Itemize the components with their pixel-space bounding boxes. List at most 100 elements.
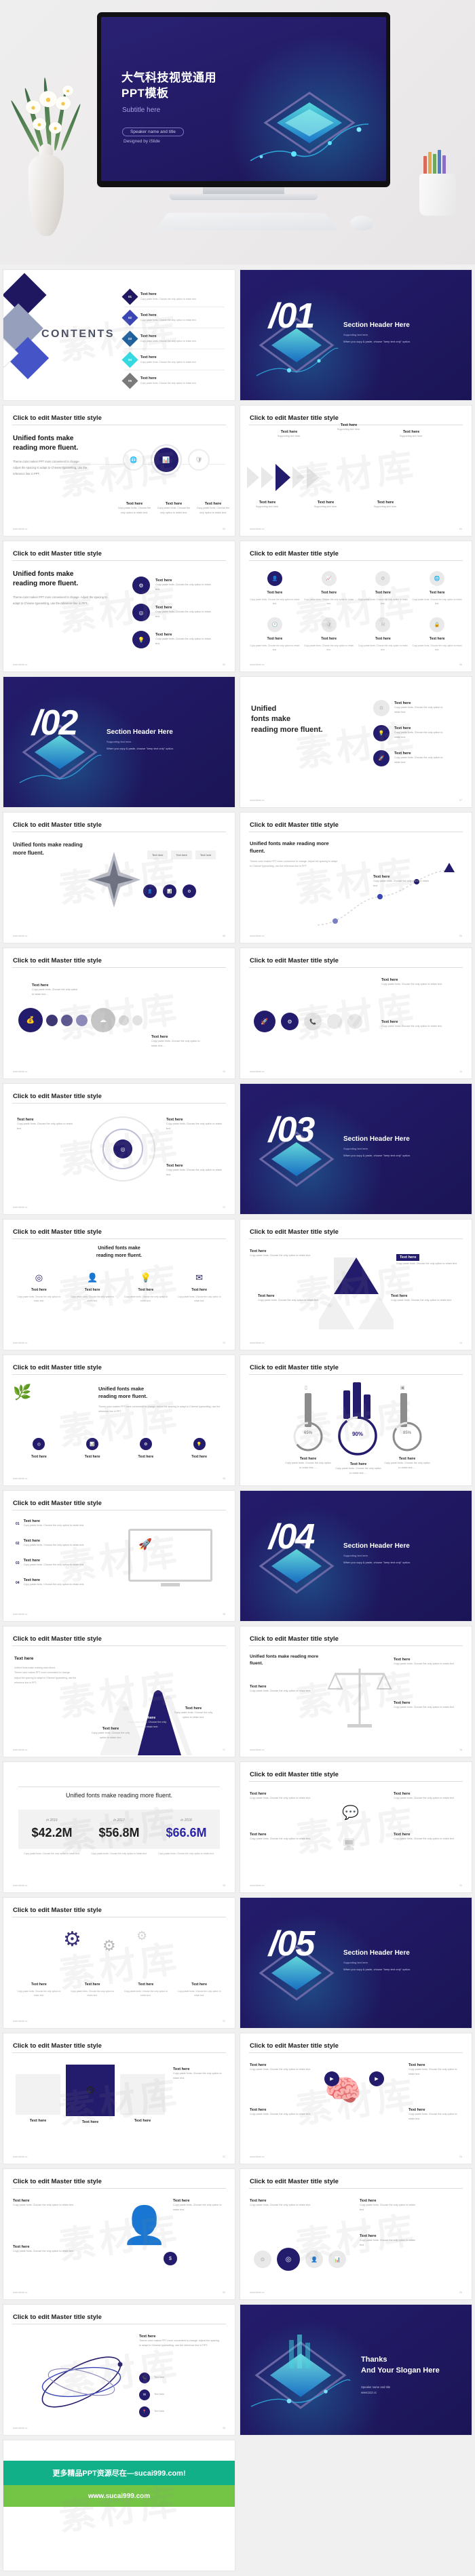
gear-icon: ⚙	[375, 571, 391, 586]
slide-roadmap[interactable]: 素材库 Click to edit Master title style Uni…	[240, 813, 472, 943]
slide-icons-row[interactable]: 素材库 Click to edit Master title style Uni…	[3, 406, 235, 536]
slide-section-03[interactable]: /03 Section Header Here Supporting text …	[240, 1084, 472, 1214]
card[interactable]: Text here Copy paste fonts. Choose the on…	[123, 1978, 170, 1998]
list-item[interactable]: ◎ Text here Copy paste fonts. Choose the …	[132, 604, 214, 621]
card[interactable]: 🛡 Text here Copy paste fonts. Choose the o…	[304, 617, 354, 652]
card[interactable]: 📈 Text here Copy paste fonts. Choose the o…	[304, 571, 354, 606]
gear-icon: ⚙	[102, 1937, 116, 1954]
card[interactable]: 👤 Text here Copy paste fonts. Choose the o…	[69, 1272, 116, 1304]
toc-badge: 02	[121, 309, 138, 326]
target-icon[interactable]: ◎	[277, 2248, 300, 2271]
slide-four-circle-icons[interactable]: 素材库 Click to edit Master title style Tex…	[240, 2169, 472, 2299]
card[interactable]: 💡 Text here	[176, 1438, 223, 1459]
tag[interactable]: Text here	[147, 851, 168, 859]
card[interactable]: Text here Copy paste fonts. Choose the on…	[69, 1978, 116, 1998]
slide-contents[interactable]: 素材库 CONTENTS 01 Text here Copy paste fon…	[3, 270, 235, 400]
slide-circle-icons[interactable]: 素材库 Click to edit Master title style Uni…	[3, 541, 235, 671]
slide-promo[interactable]: 素材库 更多精品PPT资源尽在—sucai999.com! www.sucai9…	[3, 2440, 235, 2571]
slide-section-04[interactable]: /04 Section Header Here Supporting text …	[240, 1491, 472, 1621]
card[interactable]: 🌐 Text here Copy paste fonts. Choose the o…	[412, 571, 462, 606]
slide-concentric[interactable]: 素材库 Click to edit Master title style Tex…	[3, 1084, 235, 1214]
card[interactable]: Text here Copy paste fonts. Choose the on…	[176, 1978, 223, 1998]
list-item[interactable]: 🚀 Text here Copy paste fonts. Choose the …	[373, 750, 449, 766]
list-item[interactable]: 05 Text here Copy paste fonts. Choose th…	[121, 370, 225, 391]
slide-square-cards[interactable]: 素材库 Click to edit Master title style ⚙ T…	[3, 2033, 235, 2164]
list-item[interactable]: ⚙ Text here Copy paste fonts. Choose the …	[132, 577, 214, 594]
hand-coin-icon[interactable]: 💰	[18, 1008, 43, 1032]
monitor-stand	[203, 187, 284, 194]
card-box-active[interactable]: ⚙	[66, 2065, 115, 2116]
list-item[interactable]: 04 Text here Copy paste fonts. Choose th…	[121, 349, 225, 370]
slide-section-01[interactable]: /01 Section Header Here Supporting text …	[240, 270, 472, 400]
card[interactable]: 🕐 Text here Copy paste fonts. Choose the o…	[250, 617, 300, 652]
slide-six-cards[interactable]: 素材库 Click to edit Master title style 👤 Te…	[240, 541, 472, 671]
promo-banner-secondary[interactable]: www.sucai999.com	[3, 2485, 235, 2507]
slide-circle-chain[interactable]: 素材库 Click to edit Master title style Tex…	[3, 948, 235, 1078]
phone-icon[interactable]: 📞	[304, 1013, 322, 1030]
slide-four-icons[interactable]: 素材库 Click to edit Master title style Uni…	[3, 1219, 235, 1350]
list-item[interactable]: 📞 Text here	[139, 2373, 164, 2383]
list-item[interactable]: 💡 Text here Copy paste fonts. Choose the …	[132, 631, 214, 648]
tag[interactable]: Text here	[171, 851, 192, 859]
rocket-icon[interactable]: 🚀	[254, 1011, 276, 1032]
list-item[interactable]: ⚙ Text here Copy paste fonts. Choose the …	[373, 700, 449, 716]
card[interactable]: 🔒 Text here Copy paste fonts. Choose the o…	[412, 617, 462, 652]
user-icon[interactable]: 👤	[305, 2250, 323, 2268]
slide-mountain-cards[interactable]: 素材库 Click to edit Master title style Tex…	[3, 1626, 235, 1757]
gear-icon[interactable]: ⚙	[281, 1013, 299, 1030]
cloud-icon[interactable]: ☁	[91, 1008, 115, 1032]
list-item[interactable]: 📍 Text here	[139, 2406, 164, 2417]
list-item[interactable]: 01 Text here Copy paste fonts. Choose the…	[16, 1519, 100, 1528]
card[interactable]: ⚙ Text here	[123, 1438, 170, 1459]
card[interactable]: Text here Copy paste fonts. Choose the on…	[16, 1978, 62, 1998]
chevron-icon-active[interactable]	[276, 464, 290, 491]
card[interactable]: 📊 Text here	[69, 1438, 116, 1459]
slide-section-05[interactable]: /05 Section Header Here Supporting text …	[240, 1898, 472, 2028]
list-number: 03	[16, 1561, 20, 1565]
list-item[interactable]: 04 Text here Copy paste fonts. Choose the…	[16, 1578, 100, 1587]
card[interactable]: ✉ Text here Copy paste fonts. Choose the o…	[358, 617, 408, 652]
slide-swirl[interactable]: 素材库 Click to edit Master title style Tex…	[3, 2305, 235, 2435]
shield-icon[interactable]: 🛡	[188, 449, 210, 471]
list-item[interactable]: 💡 Text here Copy paste fonts. Choose the …	[373, 725, 449, 741]
list-item[interactable]: 03 Text here Copy paste fonts. Choose the…	[16, 1559, 100, 1567]
slide-starburst[interactable]: 素材库 Click to edit Master title style Uni…	[3, 813, 235, 943]
card-box[interactable]	[16, 2074, 60, 2115]
card[interactable]: ✉ Text here Copy paste fonts. Choose the o…	[176, 1272, 223, 1304]
slide-gears[interactable]: 素材库 Click to edit Master title style ⚙ ⚙…	[3, 1898, 235, 2028]
globe-icon[interactable]: 🌐	[123, 449, 145, 471]
slide-thanks[interactable]: Thanks And Your Slogan Here Speaker name …	[240, 2305, 472, 2435]
card[interactable]: ◎ Text here Copy paste fonts. Choose the o…	[16, 1272, 62, 1304]
slide-leaf-cards[interactable]: 素材库 Click to edit Master title style 🌿 U…	[3, 1355, 235, 1485]
slide-unified-icons[interactable]: 素材库 Unified fonts make reading more fluent…	[240, 677, 472, 807]
card[interactable]: ◎ Text here	[16, 1438, 62, 1459]
card-box[interactable]	[120, 2074, 165, 2115]
slide-icon-steps[interactable]: 素材库 Click to edit Master title style 🚀 ⚙…	[240, 948, 472, 1078]
slide-stats[interactable]: 素材库 Unified fonts make reading more flue…	[3, 1762, 235, 1892]
list-item[interactable]: 01 Text here Copy paste fonts. Choose th…	[121, 286, 225, 307]
slide-chevron-process[interactable]: 素材库 Click to edit Master title style Tex…	[240, 406, 472, 536]
slide-person-profile[interactable]: 素材库 Click to edit Master title style Tex…	[3, 2169, 235, 2299]
list-item[interactable]: 02 Text here Copy paste fonts. Choose th…	[121, 307, 225, 328]
slide-speech-bubbles[interactable]: 素材库 Click to edit Master title style Tex…	[240, 1762, 472, 1892]
chart-icon[interactable]: 📊	[328, 2250, 346, 2268]
play-icon[interactable]: ▶	[369, 2071, 384, 2086]
slide-scales[interactable]: 素材库 Click to edit Master title style Uni…	[240, 1626, 472, 1757]
slide-triangle-quad[interactable]: 素材库 Click to edit Master title style Tex…	[240, 1219, 472, 1350]
promo-banner-primary[interactable]: 更多精品PPT资源尽在—sucai999.com!	[3, 2461, 235, 2485]
tag[interactable]: Text here	[195, 851, 216, 859]
slide-section-02[interactable]: /02 Section Header Here Supporting text …	[3, 677, 235, 807]
list-item[interactable]: 02 Text here Copy paste fonts. Choose the…	[16, 1539, 100, 1548]
slide-progress-donuts[interactable]: 素材库 Click to edit Master title style ▯ ▣…	[240, 1355, 472, 1485]
play-icon[interactable]: ▶	[324, 2071, 339, 2086]
list-item[interactable]: 03 Text here Copy paste fonts. Choose th…	[121, 328, 225, 349]
slide-numbered-monitor[interactable]: 素材库 Click to edit Master title style 01 …	[3, 1491, 235, 1621]
list-item[interactable]: ✉ Text here	[139, 2389, 164, 2400]
chart-icon[interactable]: 📊	[154, 448, 178, 472]
card[interactable]: ⚙ Text here Copy paste fonts. Choose the o…	[358, 571, 408, 606]
gear-icon[interactable]: ⚙	[254, 2250, 271, 2268]
slide-brain[interactable]: 素材库 Click to edit Master title style Tex…	[240, 2033, 472, 2164]
section-supporting: Supporting text here.	[343, 1554, 369, 1557]
card[interactable]: 💡 Text here Copy paste fonts. Choose the o…	[123, 1272, 170, 1304]
card[interactable]: 👤 Text here Copy paste fonts. Choose the o…	[250, 571, 300, 606]
